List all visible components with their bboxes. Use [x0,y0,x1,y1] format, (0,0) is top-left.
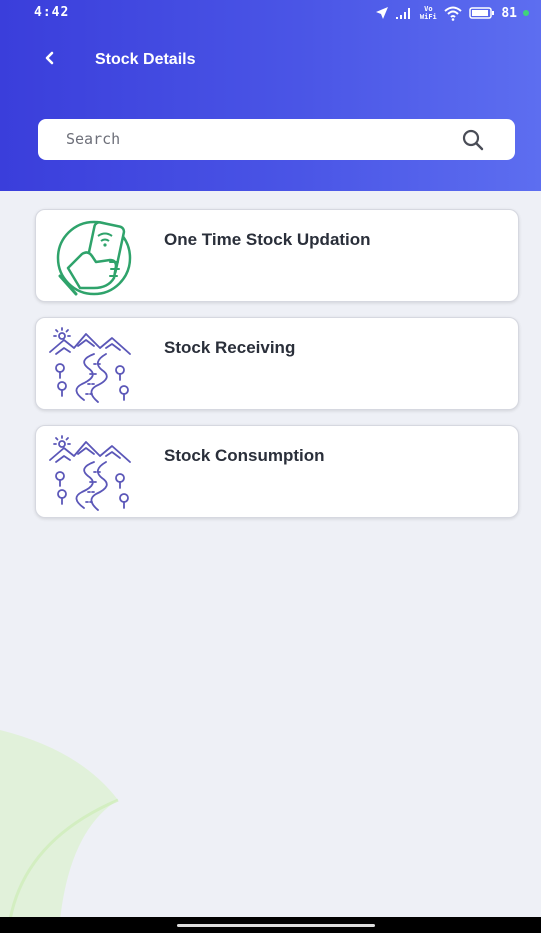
battery-icon [469,6,495,20]
back-button[interactable] [36,45,62,75]
menu-card-label: One Time Stock Updation [164,230,371,249]
menu-card-one-time-stock-updation[interactable]: One Time Stock Updation [35,209,519,302]
background-watermark [0,730,119,920]
page-title: Stock Details [95,51,196,68]
menu-card-label: Stock Receiving [164,338,296,357]
menu-card-label: Stock Consumption [164,446,325,465]
home-gesture-handle[interactable] [177,924,375,927]
search-input[interactable] [66,129,446,149]
hand-phone-icon [48,216,148,296]
landscape-river-icon [48,432,148,512]
landscape-river-icon [48,324,148,404]
search-bar[interactable] [38,119,515,160]
signal-icon [395,6,413,20]
menu-card-stock-consumption[interactable]: Stock Consumption [35,425,519,518]
charging-dot-icon [523,10,529,16]
app-header: 4:42 Vo WiFi 81 Stock Details Search [0,0,541,191]
search-icon[interactable] [461,128,485,152]
battery-level: 81 [501,5,517,21]
status-bar: 4:42 Vo WiFi 81 [0,0,541,28]
status-icons: Vo WiFi 81 [375,3,529,23]
chevron-left-icon [44,51,54,70]
menu-card-stock-receiving[interactable]: Stock Receiving [35,317,519,410]
wifi-icon [443,5,463,21]
status-time: 4:42 [34,5,70,20]
location-arrow-icon [375,6,389,20]
vowifi-icon: Vo WiFi [419,5,437,21]
system-navigation-bar [0,917,541,933]
